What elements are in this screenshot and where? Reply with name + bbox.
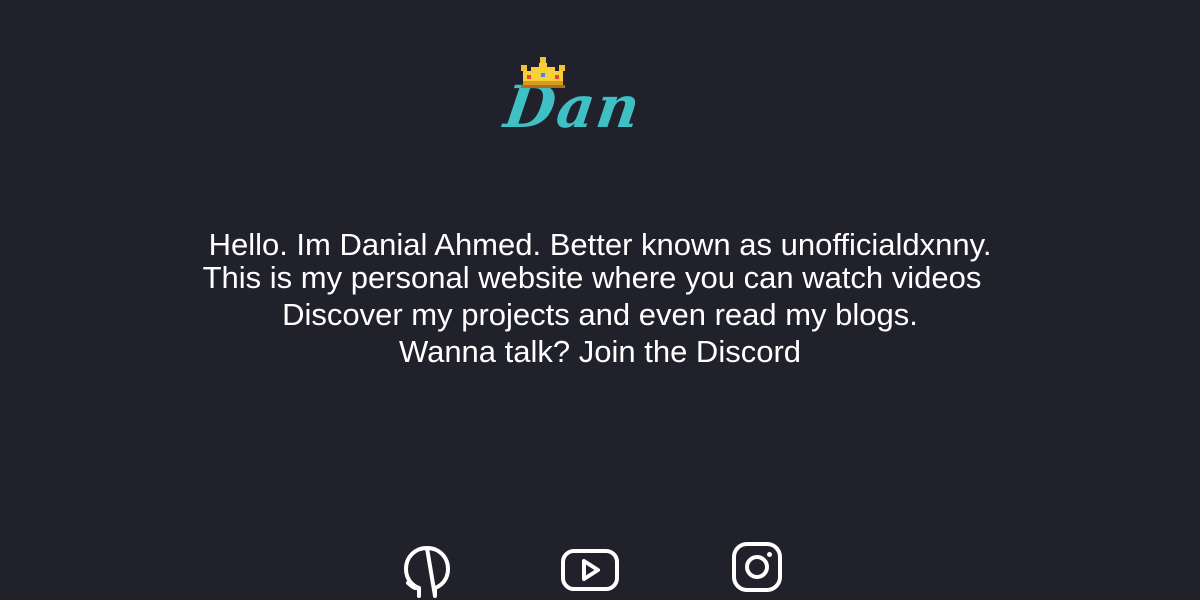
page: Dan Hello. Im Danial Ahmed. Better known… [0, 0, 1200, 600]
crown-icon [521, 57, 565, 88]
intro-line-1: Hello. Im Danial Ahmed. Better known as … [208, 227, 992, 262]
intro-line-2: This is my personal website where you ca… [202, 260, 982, 295]
github-link[interactable] [402, 544, 452, 600]
github-icon [404, 546, 450, 598]
instagram-icon [732, 542, 782, 592]
intro-line-4: Wanna talk? Join the Discord [398, 334, 802, 369]
site-logo[interactable]: Dan [495, 55, 690, 145]
intro-line-3: Discover my projects and even read my bl… [282, 297, 918, 332]
intro-text: Hello. Im Danial Ahmed. Better known as … [0, 226, 1200, 370]
youtube-icon [561, 549, 619, 591]
instagram-link[interactable] [730, 540, 784, 594]
youtube-link[interactable] [560, 548, 620, 592]
social-links [0, 540, 1200, 600]
